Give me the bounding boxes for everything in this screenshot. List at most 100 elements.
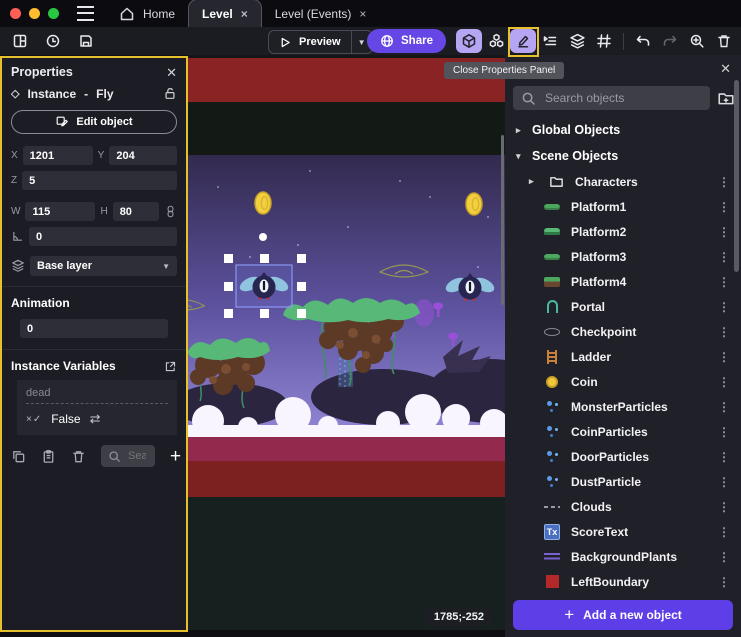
kebab-menu-icon[interactable]: ⋮	[718, 500, 741, 514]
z-position-field[interactable]	[22, 171, 177, 190]
object-row[interactable]: Checkpoint ⋮	[505, 319, 741, 344]
add-variable-button[interactable]: +	[170, 447, 181, 466]
kebab-menu-icon[interactable]: ⋮	[718, 550, 741, 564]
x-position-field[interactable]	[23, 146, 93, 165]
kebab-menu-icon[interactable]: ⋮	[718, 375, 741, 389]
kebab-menu-icon[interactable]: ⋮	[718, 400, 741, 414]
grid-icon[interactable]	[591, 29, 617, 53]
share-button[interactable]: Share	[367, 29, 446, 53]
toggle-value-icon[interactable]: ⇄	[90, 411, 101, 427]
kebab-menu-icon[interactable]: ⋮	[718, 275, 741, 289]
add-new-object-button[interactable]: + Add a new object	[513, 600, 733, 630]
caret-right-icon[interactable]: ▸	[516, 125, 524, 136]
instance-type-label: Instance	[27, 87, 76, 101]
layers-icon[interactable]	[564, 29, 590, 53]
object-row[interactable]: Platform2 ⋮	[505, 219, 741, 244]
object-row[interactable]: BackgroundPlants ⋮	[505, 544, 741, 569]
open-variables-editor-icon[interactable]	[164, 360, 177, 373]
variable-value[interactable]: False	[51, 412, 80, 426]
object-row[interactable]: ScoreText ⋮	[505, 519, 741, 544]
object-groups-icon[interactable]	[483, 29, 509, 53]
close-tab-icon[interactable]: ×	[359, 7, 366, 21]
tab-home[interactable]: Home	[106, 1, 188, 27]
kebab-menu-icon[interactable]: ⋮	[718, 300, 741, 314]
bottom-boundary-sprite[interactable]	[188, 437, 505, 461]
close-tab-icon[interactable]: ×	[241, 7, 248, 21]
project-manager-icon[interactable]	[7, 29, 33, 53]
copy-icon[interactable]	[11, 449, 26, 464]
canvas-scrollbar[interactable]	[501, 135, 504, 305]
object-row[interactable]: LeftBoundary ⋮	[505, 569, 741, 594]
tab-level[interactable]: Level ×	[188, 0, 262, 27]
zoom-window-button[interactable]	[48, 8, 59, 19]
width-field[interactable]	[25, 202, 95, 221]
object-row[interactable]: Portal ⋮	[505, 294, 741, 319]
object-row[interactable]: Coin ⋮	[505, 369, 741, 394]
caret-right-icon[interactable]: ▸	[529, 176, 537, 187]
delete-variable-icon[interactable]	[71, 449, 86, 464]
edit-object-button[interactable]: Edit object	[11, 110, 177, 134]
close-objects-panel-icon[interactable]: ✕	[720, 62, 731, 75]
edit-properties-icon[interactable]	[510, 29, 536, 53]
instances-list-icon[interactable]	[537, 29, 563, 53]
close-properties-icon[interactable]: ✕	[166, 66, 177, 79]
minimize-window-button[interactable]	[29, 8, 40, 19]
undo-icon[interactable]	[630, 29, 656, 53]
variables-search[interactable]	[101, 445, 155, 467]
share-label: Share	[401, 35, 433, 47]
object-row[interactable]: Clouds ⋮	[505, 494, 741, 519]
kebab-menu-icon[interactable]: ⋮	[718, 325, 741, 339]
kebab-menu-icon[interactable]: ⋮	[718, 575, 741, 589]
lock-ratio-icon[interactable]	[164, 204, 177, 219]
tab-home-label: Home	[143, 7, 175, 21]
group-scene-objects[interactable]: ▾ Scene Objects	[505, 143, 741, 169]
object-row[interactable]: DustParticle ⋮	[505, 469, 741, 494]
objects-search[interactable]	[513, 86, 710, 110]
object-row[interactable]: Ladder ⋮	[505, 344, 741, 369]
kebab-menu-icon[interactable]: ⋮	[718, 525, 741, 539]
kebab-menu-icon[interactable]: ⋮	[718, 450, 741, 464]
y-label: Y	[98, 150, 105, 161]
portal-icon	[543, 300, 561, 313]
object-row[interactable]: DoorParticles ⋮	[505, 444, 741, 469]
y-position-field[interactable]	[109, 146, 177, 165]
animation-field[interactable]	[20, 319, 168, 338]
close-window-button[interactable]	[10, 8, 21, 19]
variable-row[interactable]: dead ×✓ False ⇄	[17, 380, 177, 435]
kebab-menu-icon[interactable]: ⋮	[718, 350, 741, 364]
kebab-menu-icon[interactable]: ⋮	[718, 425, 741, 439]
kebab-menu-icon[interactable]: ⋮	[718, 475, 741, 489]
height-field[interactable]	[113, 202, 159, 221]
paste-icon[interactable]	[41, 449, 56, 464]
scene-editor-canvas[interactable]: 1785;-252	[188, 55, 505, 637]
zoom-in-icon[interactable]	[684, 29, 710, 53]
object-row[interactable]: Platform3 ⋮	[505, 244, 741, 269]
object-row[interactable]: CoinParticles ⋮	[505, 419, 741, 444]
angle-field[interactable]	[29, 227, 177, 246]
preview-button[interactable]: Preview ▼	[268, 30, 373, 54]
delete-icon[interactable]	[711, 29, 737, 53]
layer-dropdown[interactable]: Base layer ▼	[30, 256, 177, 276]
tab-level-events[interactable]: Level (Events) ×	[262, 1, 380, 27]
group-global-objects[interactable]: ▸ Global Objects	[505, 117, 741, 143]
add-folder-icon[interactable]	[717, 89, 735, 107]
coin-sprite[interactable]	[466, 193, 482, 215]
menu-icon[interactable]	[69, 0, 102, 27]
particle-dot[interactable]	[259, 233, 267, 241]
objects-search-input[interactable]	[543, 90, 702, 106]
objects-scrollbar[interactable]	[734, 80, 739, 272]
unlock-icon[interactable]	[163, 86, 177, 101]
history-icon[interactable]	[40, 29, 66, 53]
redo-icon[interactable]	[657, 29, 683, 53]
3d-view-icon[interactable]	[456, 29, 482, 53]
object-row[interactable]: Platform4 ⋮	[505, 269, 741, 294]
object-row[interactable]: MonsterParticles ⋮	[505, 394, 741, 419]
caret-down-icon[interactable]: ▾	[516, 151, 524, 162]
object-row[interactable]: Platform1 ⋮	[505, 194, 741, 219]
variables-search-input[interactable]	[126, 449, 148, 463]
variable-name[interactable]: dead	[26, 387, 168, 404]
plants-icon	[543, 553, 561, 560]
object-row-characters[interactable]: ▸ Characters ⋮	[505, 169, 741, 194]
save-icon[interactable]	[73, 29, 99, 53]
coin-sprite[interactable]	[255, 192, 271, 214]
